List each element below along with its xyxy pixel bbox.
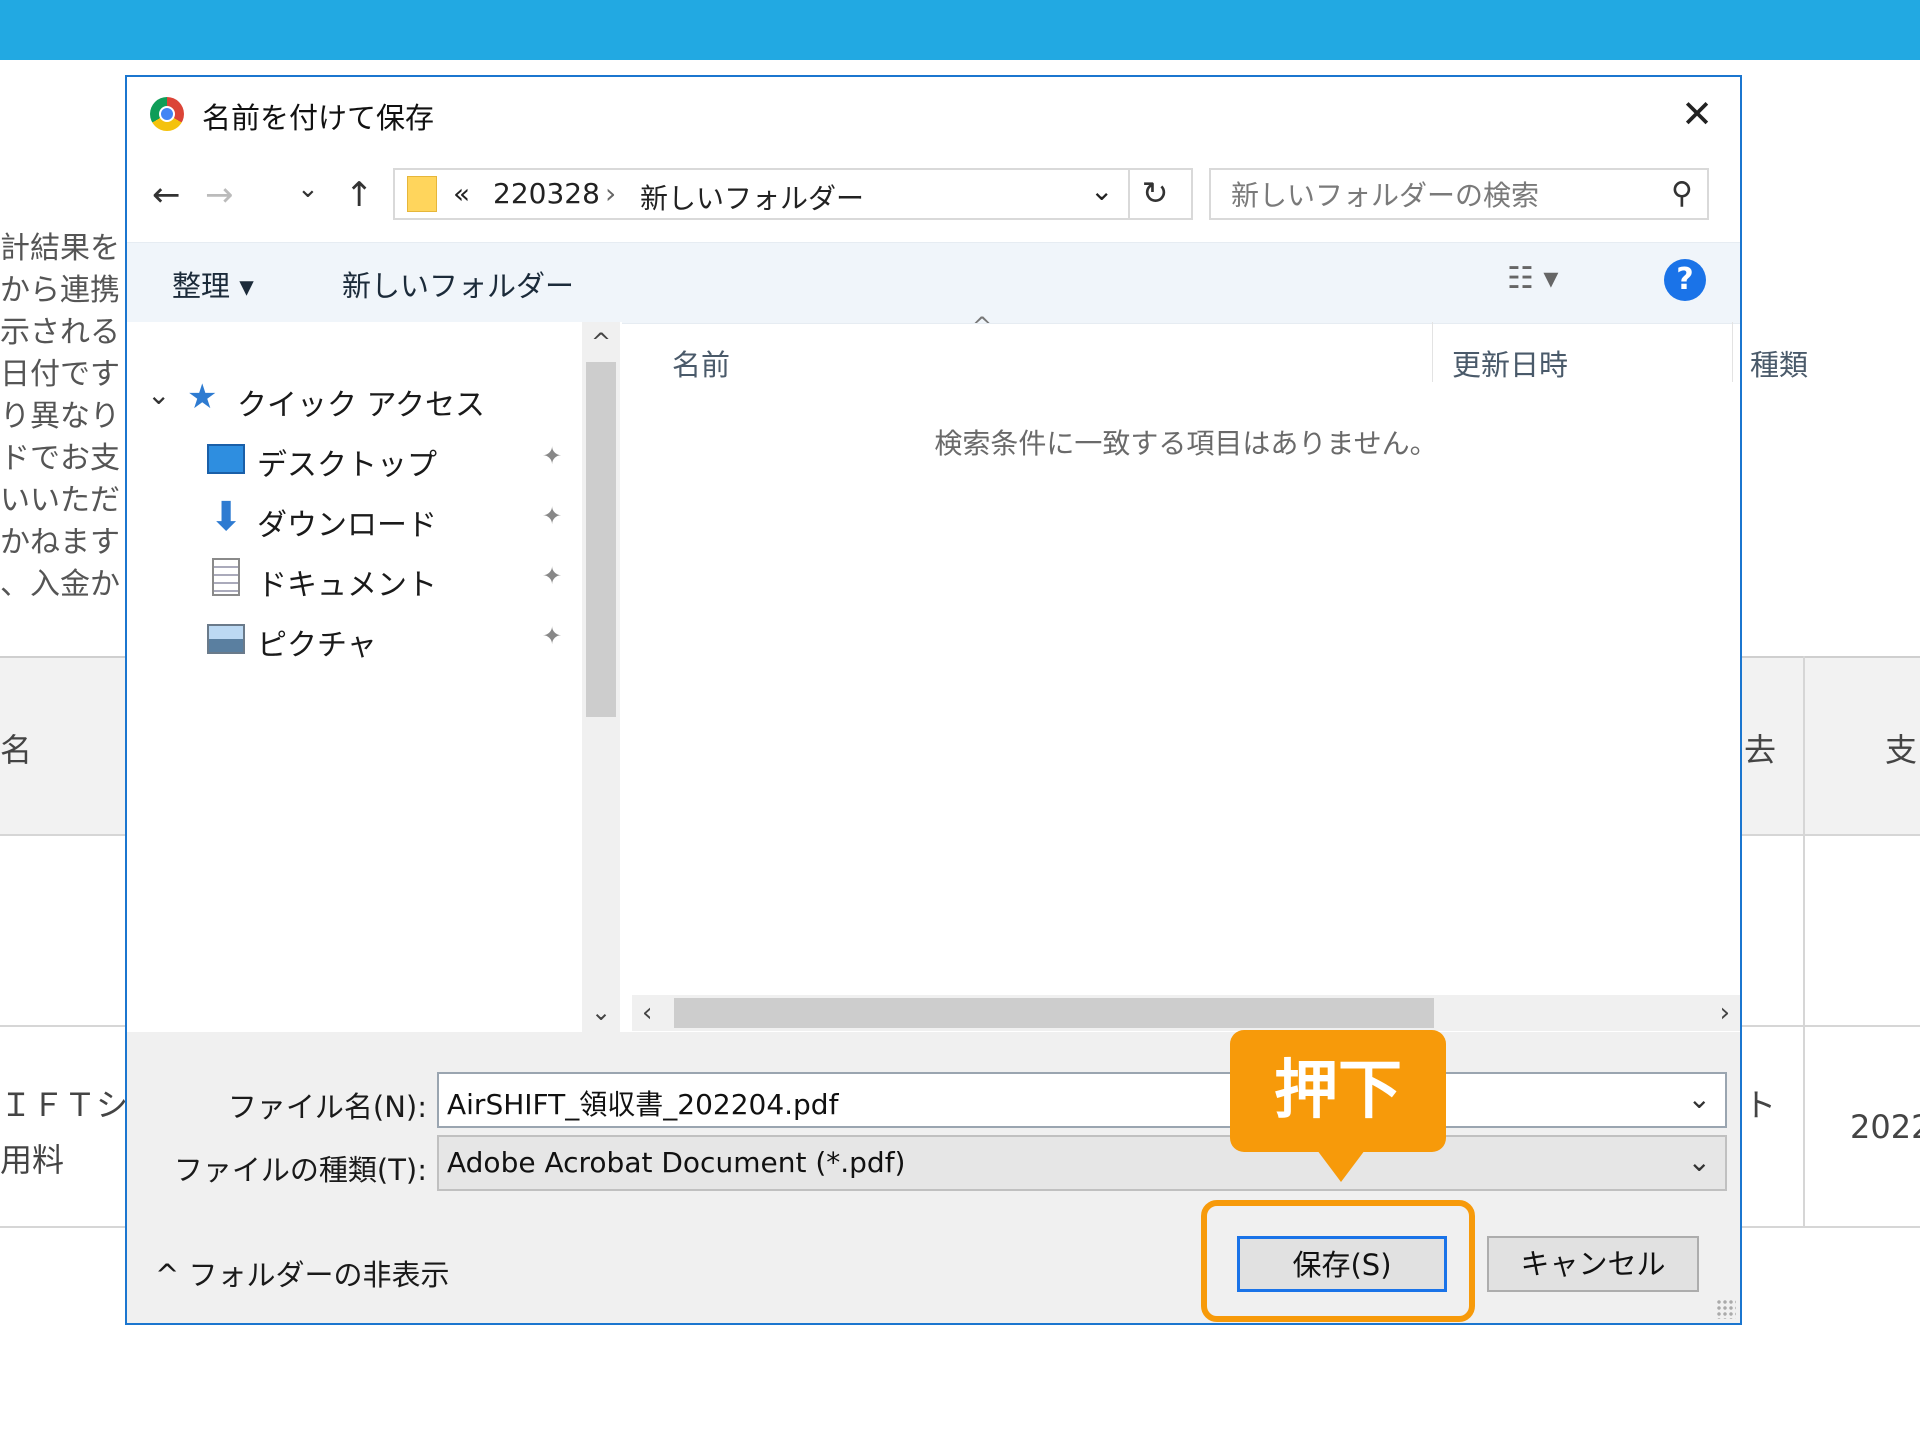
- bg-line: り異なり: [0, 399, 120, 434]
- bg-row-cell: ＩＦＴシ: [0, 1086, 129, 1124]
- pin-icon: ✦: [542, 442, 563, 470]
- bg-row-cell: 2022: [1850, 1108, 1920, 1146]
- column-header-type[interactable]: 種類: [1750, 342, 1840, 384]
- bg-header-cell: 支: [1885, 731, 1918, 769]
- chevron-down-icon[interactable]: ⌄: [147, 378, 170, 411]
- column-separator[interactable]: [1432, 322, 1433, 382]
- dialog-titlebar[interactable]: 名前を付けて保存 ✕: [127, 77, 1740, 152]
- table-column-divider: [1803, 656, 1805, 1226]
- dialog-title: 名前を付けて保存: [202, 101, 435, 135]
- top-bar: [0, 0, 1920, 60]
- address-dropdown-icon[interactable]: ⌄: [1090, 174, 1113, 207]
- resize-grip[interactable]: [1716, 1299, 1736, 1319]
- breadcrumb-separator-icon: ›: [605, 177, 617, 210]
- nav-item-label: ピクチャ: [257, 628, 377, 663]
- scroll-down-icon[interactable]: ⌄: [582, 998, 620, 1026]
- filetype-select[interactable]: Adobe Acrobat Document (*.pdf) ⌄: [437, 1135, 1727, 1191]
- up-arrow-icon[interactable]: ↑: [345, 175, 374, 215]
- highlight-ring: [1201, 1200, 1475, 1322]
- search-input[interactable]: [1211, 170, 1663, 220]
- breadcrumb-new-folder[interactable]: 新しいフォルダー: [640, 177, 864, 217]
- address-bar[interactable]: « 220328 › 新しいフォルダー ⌄: [393, 168, 1193, 220]
- bg-row-cell: ト: [1744, 1086, 1777, 1124]
- pin-icon: ✦: [542, 502, 563, 530]
- bg-line: ドでお支: [0, 441, 120, 476]
- star-icon: ★: [187, 377, 218, 417]
- nav-item-pictures[interactable]: ピクチャ ✦: [127, 612, 587, 664]
- breadcrumb-220328[interactable]: 220328: [493, 177, 600, 210]
- bg-line: 、入金か: [0, 567, 120, 602]
- column-header-name[interactable]: 名前: [672, 342, 730, 384]
- nav-item-desktop[interactable]: デスクトップ ✦: [127, 432, 587, 484]
- bg-line: から連携: [0, 273, 120, 308]
- back-arrow-icon[interactable]: ←: [152, 175, 181, 215]
- callout-pointer: [1317, 1150, 1365, 1182]
- hide-folders-toggle[interactable]: ^ フォルダーの非表示: [155, 1252, 450, 1294]
- nav-pane-scrollbar[interactable]: ^ ⌄: [582, 322, 620, 1032]
- scrollbar-thumb[interactable]: [674, 998, 1434, 1028]
- nav-item-label: ドキュメント: [257, 568, 437, 603]
- file-list-horizontal-scrollbar[interactable]: ‹ ›: [632, 995, 1740, 1031]
- document-icon: [212, 558, 240, 596]
- callout-badge: 押下: [1230, 1030, 1446, 1152]
- pin-icon: ✦: [542, 562, 563, 590]
- save-as-dialog: 名前を付けて保存 ✕ ← → ⌄ ↑ « 220328 › 新しいフォルダー ⌄…: [125, 75, 1808, 1325]
- navigation-pane: ⌄ ★ クイック アクセス デスクトップ ✦ ⬇ ダウンロード ✦ ドキュメント…: [127, 322, 622, 1032]
- search-box[interactable]: ⚲: [1209, 168, 1709, 220]
- nav-item-quick-access[interactable]: ⌄ ★ クイック アクセス: [127, 372, 587, 424]
- bg-line: 計結果を: [0, 231, 120, 266]
- sort-ascending-icon: ^: [972, 312, 993, 340]
- organize-button[interactable]: 整理 ▾: [172, 263, 254, 305]
- folder-icon: [407, 176, 437, 212]
- help-icon[interactable]: ?: [1664, 259, 1706, 301]
- download-icon: ⬇: [209, 494, 243, 540]
- filename-label: ファイル名(N):: [227, 1090, 427, 1124]
- refresh-icon[interactable]: ↻: [1128, 168, 1180, 220]
- scroll-right-icon[interactable]: ›: [1720, 995, 1730, 1031]
- new-folder-button[interactable]: 新しいフォルダー: [342, 263, 574, 305]
- empty-list-message: 検索条件に一致する項目はありません。: [934, 427, 1438, 460]
- file-list: ^ 名前 更新日時 種類 検索条件に一致する項目はありません。: [632, 312, 1808, 1032]
- filename-combobox[interactable]: AirSHIFT_領収書_202204.pdf ⌄: [437, 1072, 1727, 1128]
- nav-item-documents[interactable]: ドキュメント ✦: [127, 552, 587, 604]
- pictures-icon: [207, 624, 245, 654]
- nav-item-label: ダウンロード: [257, 508, 437, 543]
- scrollbar-thumb[interactable]: [586, 362, 616, 717]
- quick-access-label: クイック アクセス: [237, 388, 486, 423]
- bg-header-cell: 名: [0, 731, 33, 769]
- chevron-down-icon[interactable]: ⌄: [1688, 1082, 1711, 1115]
- column-header-modified[interactable]: 更新日時: [1452, 342, 1568, 384]
- bg-line: いいただ: [0, 483, 120, 518]
- bg-line: かねます: [0, 525, 120, 560]
- view-options-icon[interactable]: ☷ ▾: [1507, 261, 1559, 296]
- filename-input[interactable]: AirSHIFT_領収書_202204.pdf: [447, 1083, 838, 1123]
- scroll-up-icon[interactable]: ^: [582, 328, 620, 356]
- nav-item-label: デスクトップ: [257, 448, 437, 483]
- forward-arrow-icon[interactable]: →: [205, 175, 234, 215]
- bg-header-cell: 去: [1744, 731, 1777, 769]
- chrome-icon: [150, 97, 184, 131]
- recent-locations-chevron-icon[interactable]: ⌄: [297, 169, 319, 209]
- nav-item-downloads[interactable]: ⬇ ダウンロード ✦: [127, 492, 587, 544]
- search-icon[interactable]: ⚲: [1671, 176, 1693, 211]
- bg-line: 日付です: [0, 357, 120, 392]
- address-overflow-chevron[interactable]: «: [453, 177, 470, 210]
- pin-icon: ✦: [542, 622, 563, 650]
- column-separator[interactable]: [1732, 322, 1733, 382]
- desktop-icon: [207, 444, 245, 474]
- filetype-label: ファイルの種類(T):: [173, 1153, 427, 1187]
- bg-row-cell: 用料: [0, 1141, 65, 1179]
- background-text: 計結果を から連携 示される 日付です り異なり ドでお支 いいただ かねます …: [0, 228, 125, 606]
- chevron-down-icon[interactable]: ⌄: [1688, 1145, 1711, 1178]
- scroll-left-icon[interactable]: ‹: [642, 995, 652, 1031]
- filetype-value: Adobe Acrobat Document (*.pdf): [447, 1146, 906, 1179]
- bg-line: 示される: [0, 315, 120, 350]
- dialog-toolbar: 整理 ▾ 新しいフォルダー ☷ ▾ ?: [127, 242, 1740, 324]
- cancel-button[interactable]: キャンセル: [1487, 1236, 1699, 1292]
- close-button[interactable]: ✕: [1672, 89, 1722, 139]
